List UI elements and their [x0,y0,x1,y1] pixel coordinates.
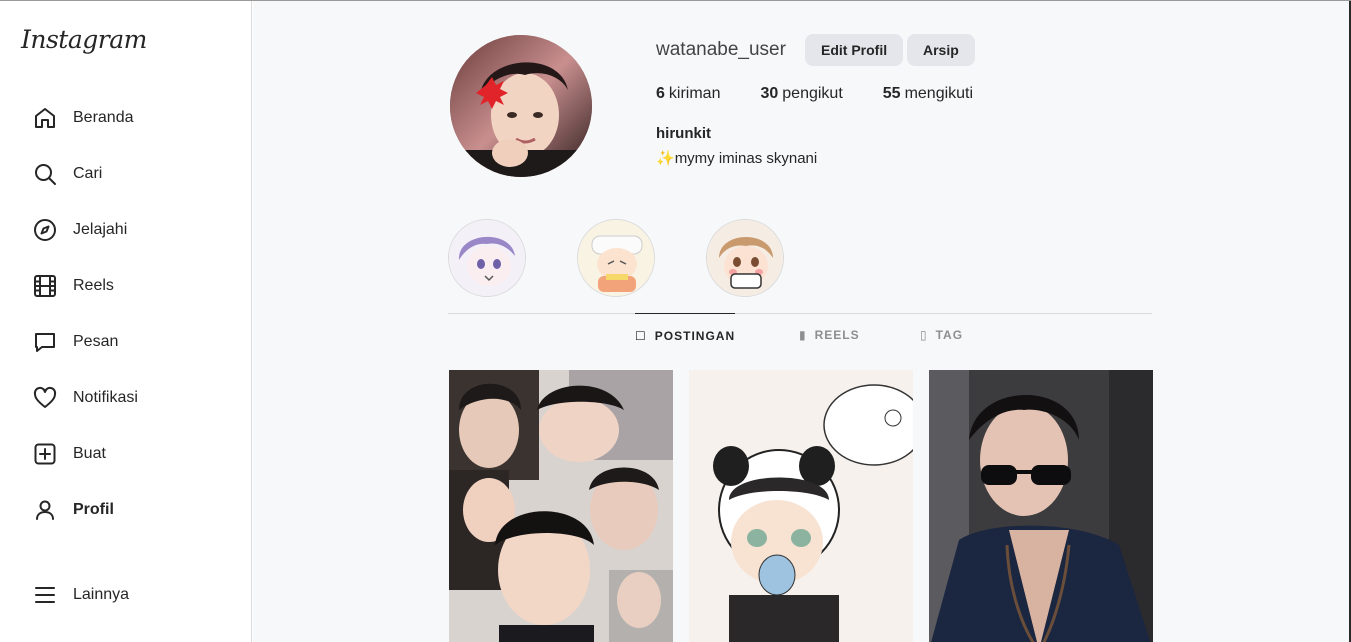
following-count: 55 [882,85,901,102]
sidebar-item-label: Pesan [73,333,119,350]
sparkle-icon: ✨ [656,150,675,167]
sidebar-item-home[interactable]: Beranda [22,96,238,140]
sidebar-item-label: Cari [73,165,103,182]
followers-stat[interactable]: 30 pengikut [760,85,842,103]
followers-count: 30 [760,85,779,102]
post-thumbnail[interactable] [929,370,1153,642]
sidebar-item-notifications[interactable]: Notifikasi [22,376,238,420]
tab-tagged-label: TAG [935,328,964,342]
search-icon [33,162,57,186]
sidebar-item-messages[interactable]: Pesan [22,320,238,364]
tab-reels-label: REELS [814,328,860,342]
message-icon [33,330,57,354]
profile-username: watanabe_user [656,39,786,60]
sidebar-item-label: Notifikasi [73,389,138,406]
profile-stats: 6 kiriman 30 pengikut 55 mengikuti [656,85,973,103]
profile-full-name: hirunkit [656,125,711,142]
post-thumbnail[interactable] [449,370,673,642]
grid-icon: ☐ [635,329,647,343]
story-highlight[interactable] [448,219,526,297]
tab-tagged[interactable]: ▯ TAG [920,313,963,357]
sidebar-item-profile[interactable]: Profil [22,488,238,532]
posts-stat: 6 kiriman [656,85,720,103]
profile-bio: ✨mymy iminas skynani [656,149,817,167]
tab-posts-label: POSTINGAN [654,329,736,343]
profile-main: watanabe_user Edit Profil Arsip 6 kiriman… [253,1,1351,642]
sidebar-item-create[interactable]: Buat [22,432,238,476]
sidebar-item-label: Jelajahi [73,221,128,238]
tab-reels[interactable]: ▮ REELS [799,313,860,357]
sidebar-item-label: Lainnya [73,586,130,603]
instagram-app: Instagram Beranda Cari Jelajahi Reels Pe… [0,0,1351,642]
heart-icon [33,386,57,410]
sidebar-item-search[interactable]: Cari [22,152,238,196]
followers-label: pengikut [782,85,843,102]
edit-profile-button[interactable]: Edit Profil [805,34,904,66]
posts-count: 6 [656,85,665,102]
bio-text: mymy iminas skynani [674,150,818,167]
sidebar-item-label: Beranda [73,109,134,126]
sidebar-item-label: Profil [73,501,114,518]
following-label: mengikuti [904,85,974,102]
profile-avatar[interactable] [450,35,592,177]
tag-icon: ▯ [920,328,928,342]
following-stat[interactable]: 55 mengikuti [883,85,973,103]
sidebar-item-explore[interactable]: Jelajahi [22,208,238,252]
compass-icon [33,218,57,242]
sidebar: Instagram Beranda Cari Jelajahi Reels Pe… [0,1,252,642]
plus-square-icon [33,442,57,466]
menu-icon [33,583,57,607]
reels-icon [33,274,57,298]
post-thumbnail[interactable] [689,370,913,642]
sidebar-item-label: Reels [73,277,114,294]
reels-tab-icon: ▮ [799,328,807,342]
sidebar-item-reels[interactable]: Reels [22,264,238,308]
sidebar-item-more[interactable]: Lainnya [22,573,238,617]
sidebar-item-label: Buat [73,445,106,462]
tab-posts[interactable]: ☐ POSTINGAN [635,313,736,358]
story-highlight[interactable] [706,219,784,297]
user-icon [33,498,57,522]
archive-button[interactable]: Arsip [907,34,975,66]
home-icon [33,106,57,130]
instagram-logo[interactable]: Instagram [21,25,147,54]
story-highlight[interactable] [577,219,655,297]
posts-label: kiriman [668,85,721,102]
